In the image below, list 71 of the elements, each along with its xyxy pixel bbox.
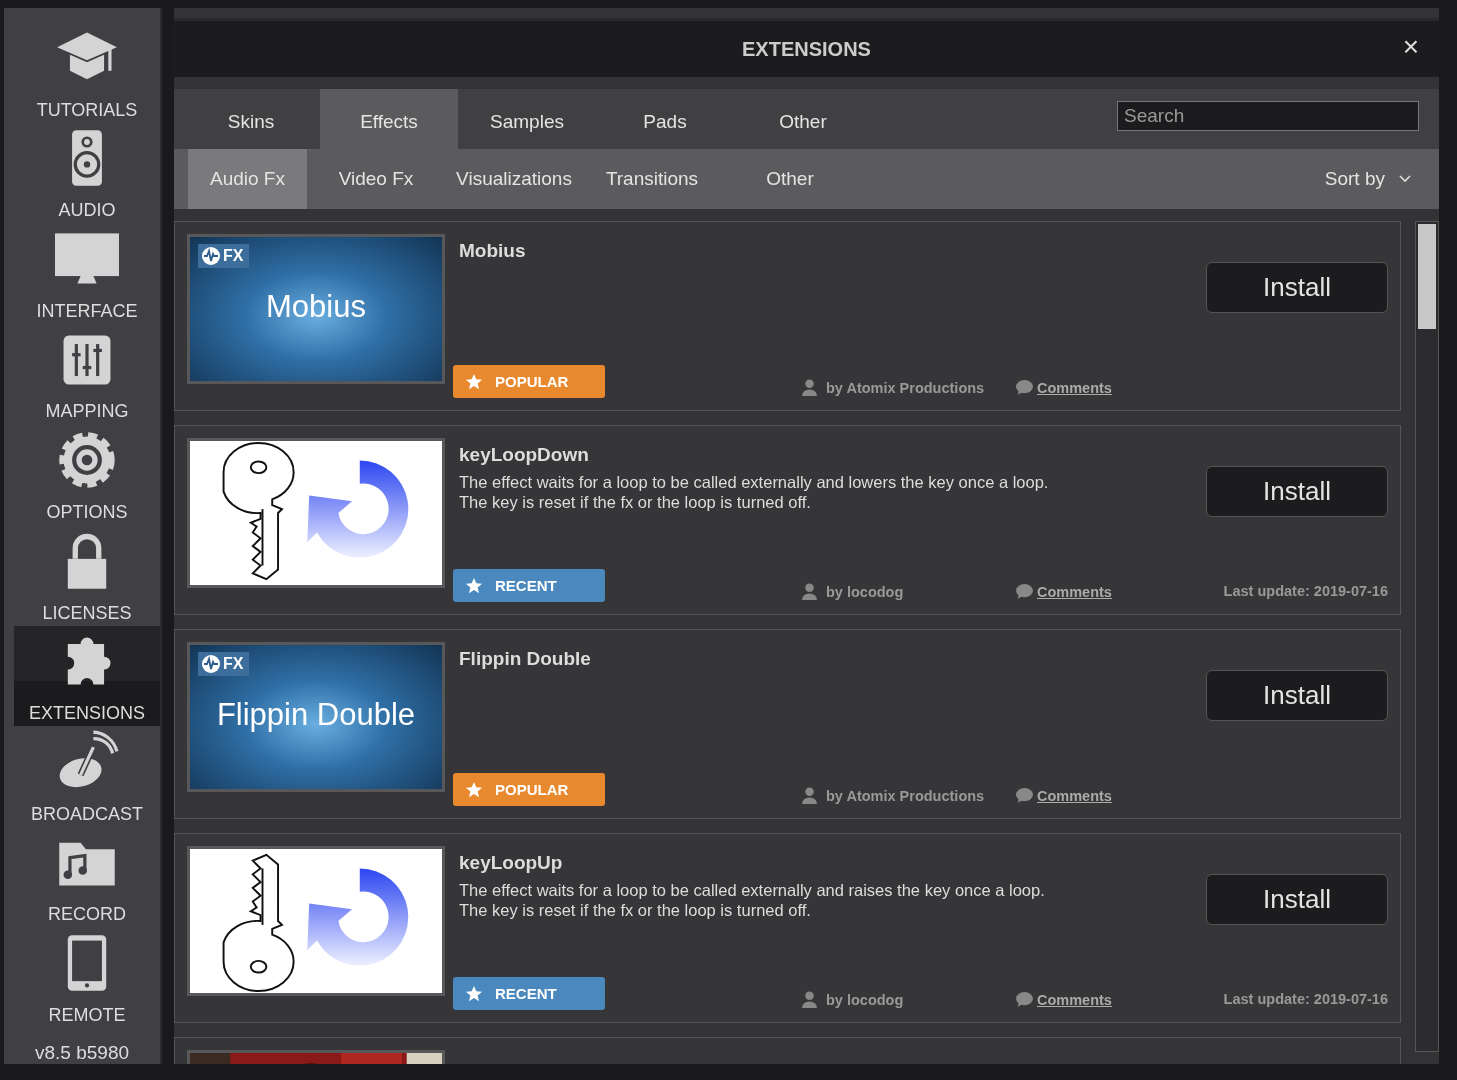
extension-description: The effect waits for a loop to be called externally and lowers the key once a loop. [459,472,1050,492]
star-icon [465,780,483,799]
badge-label: RECENT [495,577,557,594]
sidebar-item[interactable]: RECORD [14,826,160,928]
category-tab[interactable]: Samples [458,89,596,149]
person-icon [801,379,818,396]
subcategory-tab[interactable]: Other [721,149,859,209]
install-button[interactable]: Install [1206,466,1388,517]
category-tab[interactable]: Other [734,89,872,149]
subcategory-tab[interactable]: Video Fx [307,149,445,209]
sidebar-item[interactable]: INTERFACE [14,223,160,324]
chevron-down-icon [1399,175,1411,183]
person-icon [801,583,818,600]
sidebar-item[interactable]: AUDIO [14,122,160,224]
person-icon [801,787,818,804]
scrollbar-thumb[interactable] [1418,224,1436,329]
comments-link[interactable]: Comments [1037,991,1112,1008]
badge-label: POPULAR [495,781,569,798]
fx-badge: FX [198,244,250,268]
author-label: by Atomix Productions [826,379,985,396]
install-button[interactable]: Install [1206,874,1388,925]
badge-label: RECENT [495,985,557,1002]
star-icon [465,984,483,1003]
thumbnail-title: Mobius [265,289,367,325]
category-tab[interactable]: Pads [596,89,734,149]
sidebar-item[interactable]: EXTENSIONS [14,625,160,727]
person-icon [801,991,818,1008]
window-title: EXTENSIONS [742,37,871,61]
install-button[interactable]: Install [1206,262,1388,313]
author-label: by locodog [826,583,904,600]
extension-name: keyLoopUp [459,852,564,874]
last-update-label: Last update: 2019-07-16 [1223,991,1388,1008]
scrollbar[interactable] [1415,221,1439,1052]
author-label: by Atomix Productions [826,787,985,804]
sidebar-item[interactable]: OPTIONS [14,424,160,525]
speech-bubble-icon [1016,991,1033,1008]
version-label: v8.5 b5980 [34,1041,130,1064]
sidebar-item[interactable]: REMOTE [14,927,160,1028]
search-field[interactable]: Search [1117,101,1419,131]
extension-description: The key is reset if the fx or the loop is turned off. [459,492,812,512]
waveform-icon [201,246,221,266]
star-icon [465,372,483,391]
extension-name: Mobius [459,240,527,262]
extension-description: The effect waits for a loop to be called externally and raises the key once a loop. [459,880,1046,900]
waveform-icon [201,654,221,674]
comments-link[interactable]: Comments [1037,379,1112,396]
speech-bubble-icon [1016,787,1033,804]
sidebar-item[interactable]: LICENSES [14,524,160,626]
category-tab[interactable]: Skins [182,89,320,149]
extension-name: keyLoopDown [459,444,590,466]
fx-badge: FX [198,652,250,676]
subcategory-tab[interactable]: Transitions [583,149,721,209]
star-icon [465,576,483,595]
speech-bubble-icon [1016,379,1033,396]
install-button[interactable]: Install [1206,670,1388,721]
last-update-label: Last update: 2019-07-16 [1223,583,1388,600]
comments-link[interactable]: Comments [1037,787,1112,804]
category-tab[interactable]: Effects [320,89,458,149]
author-label: by locodog [826,991,904,1008]
badge-label: POPULAR [495,373,569,390]
extension-name: Flippin Double [459,648,592,670]
subcategory-tab[interactable]: Visualizations [445,149,583,209]
sidebar-item[interactable]: TUTORIALS [14,22,160,123]
sidebar-item[interactable]: MAPPING [14,323,160,425]
sidebar-item[interactable]: BROADCAST [14,726,160,827]
comments-link[interactable]: Comments [1037,583,1112,600]
sort-dropdown[interactable]: Sort by [1318,149,1417,209]
speech-bubble-icon [1016,583,1033,600]
extension-description: The key is reset if the fx or the loop is turned off. [459,900,812,920]
close-button[interactable]: × [1396,30,1425,64]
thumbnail-title: Flippin Double [215,697,417,733]
